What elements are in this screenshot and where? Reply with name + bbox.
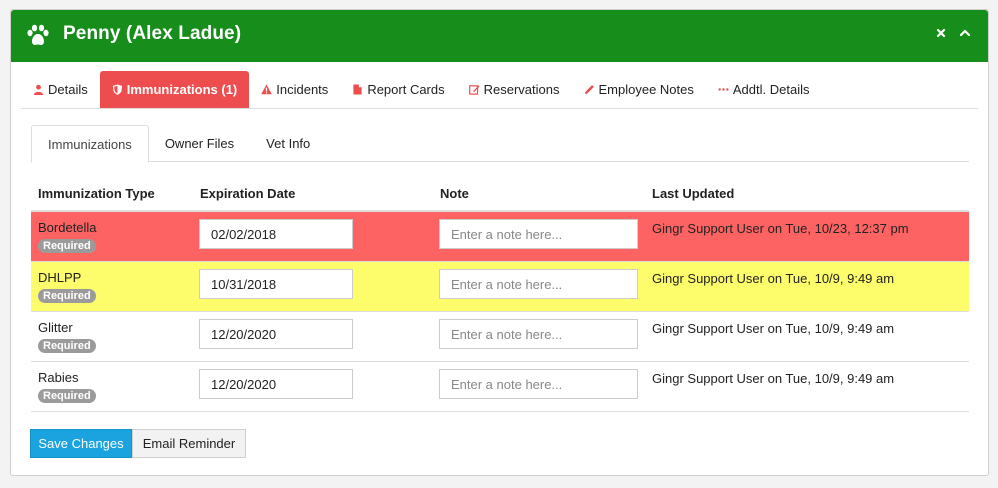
last-updated-text: Gingr Support User on Tue, 10/9, 9:49 am xyxy=(652,321,895,336)
note-input[interactable] xyxy=(439,219,638,249)
email-reminder-button[interactable]: Email Reminder xyxy=(132,429,246,458)
immunization-name: DHLPP xyxy=(38,270,82,285)
expiration-date-input[interactable] xyxy=(199,269,353,299)
tab-label: Details xyxy=(48,82,88,97)
tab-immunizations[interactable]: Immunizations (1) xyxy=(99,71,250,108)
immunization-type-cell: Glitter Required xyxy=(38,320,96,353)
close-icon[interactable] xyxy=(933,25,949,41)
immunization-name: Glitter xyxy=(38,320,73,335)
required-badge: Required xyxy=(38,339,96,353)
subtab-owner-files[interactable]: Owner Files xyxy=(149,125,250,162)
expiration-date-input[interactable] xyxy=(199,369,353,399)
note-input[interactable] xyxy=(439,319,638,349)
save-changes-button[interactable]: Save Changes xyxy=(30,429,132,458)
pet-panel: Penny (Alex Ladue) Details Immunizations… xyxy=(10,9,989,476)
immunization-table: Immunization Type Expiration Date Note L… xyxy=(31,180,969,412)
column-header-last-updated: Last Updated xyxy=(652,186,735,201)
file-icon xyxy=(353,84,362,95)
immunization-name: Rabies xyxy=(38,370,79,385)
column-header-expiration: Expiration Date xyxy=(200,186,296,201)
table-row: Bordetella Required Gingr Support User o… xyxy=(31,212,969,262)
required-badge: Required xyxy=(38,389,96,403)
tab-label: Addtl. Details xyxy=(732,82,810,97)
tab-label: Immunizations (1) xyxy=(126,82,238,97)
table-row: Glitter Required Gingr Support User on T… xyxy=(31,312,969,362)
tab-label: Employee Notes xyxy=(598,82,694,97)
chevron-up-icon[interactable] xyxy=(957,25,973,41)
expiration-date-input[interactable] xyxy=(199,319,353,349)
subtab-vet-info[interactable]: Vet Info xyxy=(250,125,326,162)
tab-reservations[interactable]: Reservations xyxy=(457,71,572,108)
tab-incidents[interactable]: Incidents xyxy=(249,71,340,108)
tab-employee-notes[interactable]: Employee Notes xyxy=(572,71,706,108)
column-header-type: Immunization Type xyxy=(38,186,155,201)
panel-header: Penny (Alex Ladue) xyxy=(11,10,988,62)
subtab-immunizations[interactable]: Immunizations xyxy=(31,125,149,163)
expiration-date-input[interactable] xyxy=(199,219,353,249)
required-badge: Required xyxy=(38,289,96,303)
shield-icon xyxy=(112,84,122,95)
edit-icon xyxy=(468,85,480,95)
table-row: Rabies Required Gingr Support User on Tu… xyxy=(31,362,969,412)
immunization-type-cell: Bordetella Required xyxy=(38,220,97,253)
last-updated-text: Gingr Support User on Tue, 10/9, 9:49 am xyxy=(652,371,895,386)
warning-icon xyxy=(261,84,273,95)
pencil-icon xyxy=(584,85,594,95)
tab-details[interactable]: Details xyxy=(21,71,100,108)
tab-label: Incidents xyxy=(276,82,329,97)
tab-report-cards[interactable]: Report Cards xyxy=(340,71,456,108)
paw-icon xyxy=(27,24,49,45)
note-input[interactable] xyxy=(439,369,638,399)
user-icon xyxy=(33,84,44,95)
column-header-note: Note xyxy=(440,186,469,201)
table-row: DHLPP Required Gingr Support User on Tue… xyxy=(31,262,969,312)
panel-title: Penny (Alex Ladue) xyxy=(63,23,242,44)
ellipsis-icon xyxy=(718,88,729,91)
sub-tabs: Immunizations Owner Files Vet Info xyxy=(31,125,969,163)
required-badge: Required xyxy=(38,239,96,253)
immunization-type-cell: Rabies Required xyxy=(38,370,96,403)
main-tabs: Details Immunizations (1) Incidents Repo… xyxy=(21,71,978,109)
last-updated-text: Gingr Support User on Tue, 10/9, 9:49 am xyxy=(652,271,895,286)
immunization-name: Bordetella xyxy=(38,220,97,235)
table-header: Immunization Type Expiration Date Note L… xyxy=(31,180,969,212)
last-updated-text: Gingr Support User on Tue, 10/23, 12:37 … xyxy=(652,221,909,236)
note-input[interactable] xyxy=(439,269,638,299)
tab-label: Report Cards xyxy=(367,82,445,97)
tab-addtl-details[interactable]: Addtl. Details xyxy=(706,71,822,108)
tab-label: Reservations xyxy=(483,82,560,97)
immunization-type-cell: DHLPP Required xyxy=(38,270,96,303)
